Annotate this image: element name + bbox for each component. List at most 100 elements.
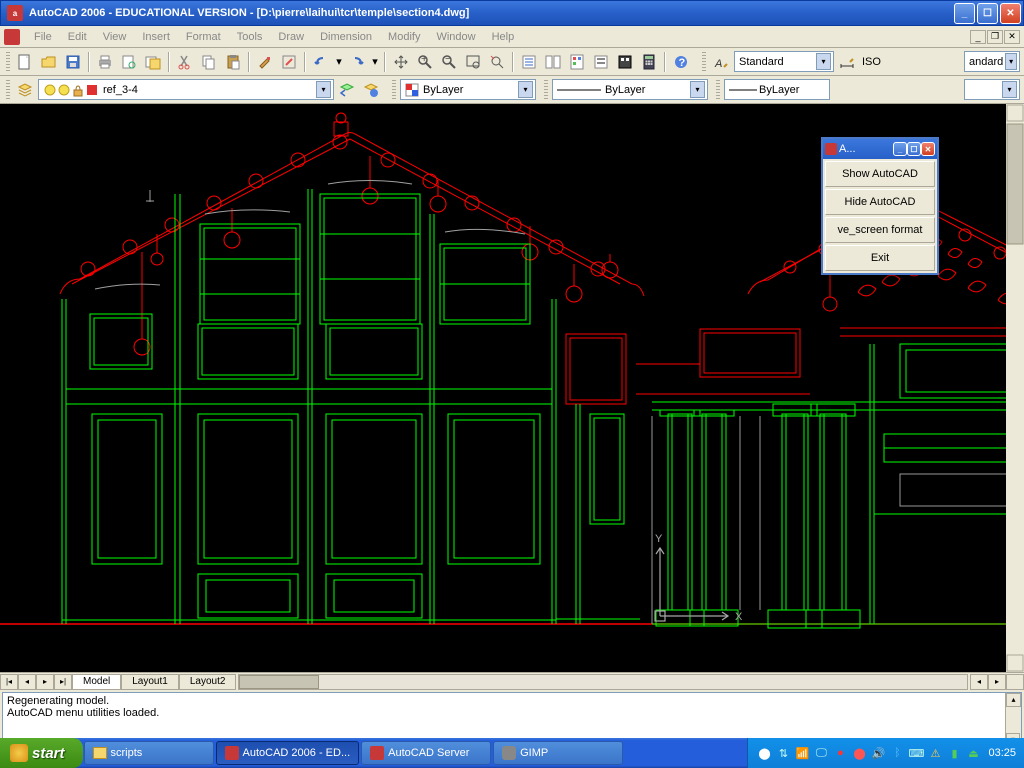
menu-draw[interactable]: Draw — [270, 29, 312, 45]
text-style-button[interactable]: A — [710, 51, 732, 73]
popup-show-autocad[interactable]: Show AutoCAD — [825, 161, 935, 187]
color-combo[interactable]: ByLayer ▾ — [400, 79, 536, 100]
layer-manager-button[interactable] — [14, 79, 36, 101]
tray-eject-icon[interactable]: ⏏ — [965, 745, 981, 761]
paste-button[interactable] — [222, 51, 244, 73]
toolbar-grip[interactable] — [702, 52, 706, 72]
design-center-button[interactable] — [542, 51, 564, 73]
popup-titlebar[interactable]: A... _ ☐ ✕ — [823, 139, 937, 159]
start-button[interactable]: start — [0, 738, 83, 768]
close-button[interactable]: ✕ — [1000, 3, 1021, 24]
undo-dropdown[interactable]: ▾ — [334, 51, 344, 73]
menu-help[interactable]: Help — [484, 29, 523, 45]
dim-style-button[interactable] — [836, 51, 858, 73]
taskbar-gimp[interactable]: GIMP — [493, 741, 623, 765]
tray-network-icon[interactable]: ⇅ — [775, 745, 791, 761]
properties-button[interactable] — [518, 51, 540, 73]
layer-states-button[interactable] — [360, 79, 382, 101]
tool-palettes-button[interactable] — [566, 51, 588, 73]
block-editor-button[interactable] — [278, 51, 300, 73]
tab-nav-first[interactable]: |◂ — [0, 674, 18, 690]
pan-button[interactable] — [390, 51, 412, 73]
redo-button[interactable] — [346, 51, 368, 73]
hscroll-left[interactable]: ◂ — [970, 674, 988, 690]
toolbar-grip[interactable] — [6, 52, 10, 72]
tray-volume-icon[interactable]: 🔊 — [870, 745, 886, 761]
hscroll-thumb[interactable] — [239, 675, 319, 689]
clock[interactable]: 03:25 — [988, 747, 1016, 759]
taskbar-autocad-server[interactable]: AutoCAD Server — [361, 741, 491, 765]
text-style-combo[interactable]: Standard▾ — [734, 51, 834, 72]
menu-tools[interactable]: Tools — [229, 29, 271, 45]
tab-model[interactable]: Model — [72, 674, 121, 690]
taskbar-autocad[interactable]: AutoCAD 2006 - ED... — [216, 741, 360, 765]
zoom-window-button[interactable]: − — [438, 51, 460, 73]
open-button[interactable] — [38, 51, 60, 73]
tray-keyboard-icon[interactable]: ⌨ — [908, 745, 924, 761]
menu-dimension[interactable]: Dimension — [312, 29, 380, 45]
menu-insert[interactable]: Insert — [134, 29, 178, 45]
copy-button[interactable] — [198, 51, 220, 73]
popup-minimize[interactable]: _ — [893, 142, 907, 156]
tray-warning-icon[interactable]: ⚠ — [927, 745, 943, 761]
toolbar-grip[interactable] — [544, 80, 548, 100]
plot-style-combo[interactable]: ▾ — [964, 79, 1020, 100]
publish-button[interactable] — [142, 51, 164, 73]
cut-button[interactable] — [174, 51, 196, 73]
zoom-realtime-button[interactable]: + — [414, 51, 436, 73]
minimize-button[interactable]: _ — [954, 3, 975, 24]
menu-edit[interactable]: Edit — [60, 29, 95, 45]
tab-layout1[interactable]: Layout1 — [121, 674, 179, 690]
linetype-combo[interactable]: ByLayer ▾ — [552, 79, 708, 100]
popup-hide-autocad[interactable]: Hide AutoCAD — [825, 189, 935, 215]
lineweight-combo[interactable]: ByLayer — [724, 79, 830, 100]
taskbar-scripts[interactable]: scripts — [84, 741, 214, 765]
new-button[interactable] — [14, 51, 36, 73]
save-button[interactable] — [62, 51, 84, 73]
drawing-canvas[interactable]: X Y A... _ ☐ ✕ Show AutoCAD Hide AutoCAD… — [0, 104, 1024, 672]
markup-button[interactable] — [614, 51, 636, 73]
zoom-dropdown[interactable] — [462, 51, 484, 73]
mdi-close[interactable]: ✕ — [1004, 30, 1020, 44]
toolbar-grip[interactable] — [392, 80, 396, 100]
print-button[interactable] — [94, 51, 116, 73]
menu-modify[interactable]: Modify — [380, 29, 428, 45]
popup-close[interactable]: ✕ — [921, 142, 935, 156]
undo-button[interactable] — [310, 51, 332, 73]
mdi-minimize[interactable]: _ — [970, 30, 986, 44]
tray-monitor-icon[interactable]: 🖵 — [813, 745, 829, 761]
sheet-set-button[interactable] — [590, 51, 612, 73]
menu-window[interactable]: Window — [428, 29, 483, 45]
tray-bluetooth-icon[interactable]: ᛒ — [889, 745, 905, 761]
tray-shield-icon[interactable]: ⬤ — [851, 745, 867, 761]
layer-previous-button[interactable] — [336, 79, 358, 101]
tray-battery-icon[interactable]: ▮ — [946, 745, 962, 761]
layer-combo[interactable]: ref_3-4 ▾ — [38, 79, 334, 100]
tab-nav-prev[interactable]: ◂ — [18, 674, 36, 690]
hscroll-track[interactable] — [238, 674, 968, 690]
menu-file[interactable]: File — [26, 29, 60, 45]
redo-dropdown[interactable]: ▾ — [370, 51, 380, 73]
popup-screen-format[interactable]: ve_screen format — [825, 217, 935, 243]
toolbar-grip[interactable] — [716, 80, 720, 100]
tab-nav-next[interactable]: ▸ — [36, 674, 54, 690]
menu-view[interactable]: View — [95, 29, 135, 45]
print-preview-button[interactable] — [118, 51, 140, 73]
tab-layout2[interactable]: Layout2 — [179, 674, 237, 690]
toolbar-grip[interactable] — [6, 80, 10, 100]
quickcalc-button[interactable] — [638, 51, 660, 73]
popup-maximize[interactable]: ☐ — [907, 142, 921, 156]
match-properties-button[interactable] — [254, 51, 276, 73]
zoom-previous-button[interactable] — [486, 51, 508, 73]
menu-format[interactable]: Format — [178, 29, 229, 45]
table-style-combo[interactable]: andard▾ — [964, 51, 1020, 72]
mdi-restore[interactable]: ❐ — [987, 30, 1003, 44]
tab-nav-last[interactable]: ▸| — [54, 674, 72, 690]
tray-wifi-icon[interactable]: 📶 — [794, 745, 810, 761]
tray-app-icon[interactable]: ● — [832, 745, 848, 761]
hscroll-right[interactable]: ▸ — [988, 674, 1006, 690]
maximize-button[interactable]: ☐ — [977, 3, 998, 24]
help-button[interactable]: ? — [670, 51, 692, 73]
tray-icon[interactable]: ⬤ — [756, 745, 772, 761]
popup-exit[interactable]: Exit — [825, 245, 935, 271]
